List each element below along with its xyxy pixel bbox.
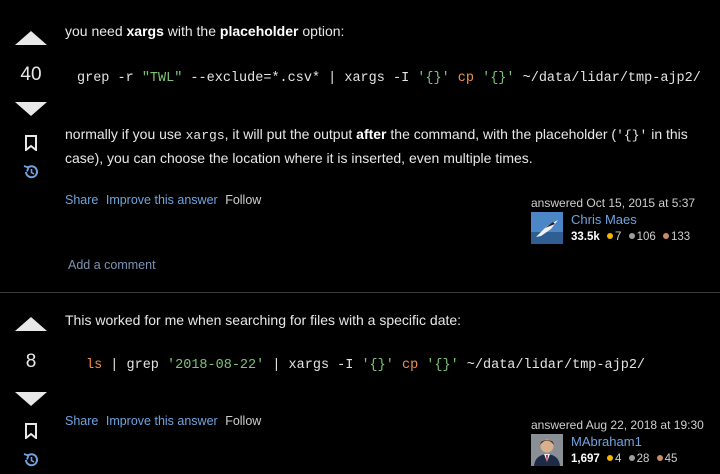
user-reputation: 1,697 4 28 45 xyxy=(571,453,677,465)
intro-bold-placeholder: placeholder xyxy=(219,23,299,39)
code-keyword: ls xyxy=(86,358,103,373)
body-text: normally if you use xyxy=(65,126,186,142)
post-menu: Share Improve this answer Follow xyxy=(65,414,265,428)
code-token: --exclude=*.csv* | xargs -I xyxy=(182,71,418,86)
inline-code: '{}' xyxy=(616,128,648,143)
code-keyword: cp xyxy=(401,358,419,373)
upvote-arrow-icon[interactable] xyxy=(15,317,47,331)
user-name-link[interactable]: Chris Maes xyxy=(571,212,637,227)
share-link[interactable]: Share xyxy=(65,414,98,428)
upvote-arrow-icon[interactable] xyxy=(15,31,47,45)
add-comment-link[interactable]: Add a comment xyxy=(68,258,156,272)
code-string: '{}' xyxy=(426,358,459,373)
intro-text: you need xyxy=(65,23,127,39)
answer-intro: you need xargs with the placeholder opti… xyxy=(65,21,710,42)
intro-text: option: xyxy=(298,23,345,39)
vote-count: 40 xyxy=(20,64,42,85)
gold-badge-icon xyxy=(606,455,613,462)
user-avatar[interactable] xyxy=(531,434,563,466)
user-signature: answered Aug 22, 2018 at 19:30 MAbraham1… xyxy=(531,418,716,466)
code-token: | grep xyxy=(102,358,168,373)
answered-timestamp: answered Oct 15, 2015 at 5:37 xyxy=(531,196,696,210)
answered-timestamp: answered Aug 22, 2018 at 19:30 xyxy=(531,418,704,432)
silver-badge-count: 106 xyxy=(636,231,656,243)
code-token: ~/data/lidar/tmp-ajp2/ xyxy=(514,71,701,86)
bronze-badge-count: 45 xyxy=(664,453,678,465)
code-token: grep -r xyxy=(77,71,142,86)
silver-badge-icon xyxy=(628,455,635,462)
user-reputation: 33.5k 7 106 133 xyxy=(571,231,690,243)
bronze-badge-icon xyxy=(662,233,669,240)
body-bold: after xyxy=(356,126,387,142)
bronze-badge-count: 133 xyxy=(670,231,691,243)
answer-text: This worked for me when searching for fi… xyxy=(65,312,462,328)
share-link[interactable]: Share xyxy=(65,193,98,207)
follow-link[interactable]: Follow xyxy=(225,414,261,428)
improve-answer-link[interactable]: Improve this answer xyxy=(106,414,218,428)
answer-2: 8 This worked for me when searching for … xyxy=(0,292,720,474)
answer-1: 40 you need xargs with the placeholder o… xyxy=(0,0,720,292)
reputation-score: 33.5k xyxy=(571,231,600,243)
code-string: "TWL" xyxy=(141,71,183,86)
improve-answer-link[interactable]: Improve this answer xyxy=(106,193,218,207)
history-icon[interactable] xyxy=(22,451,40,469)
user-avatar[interactable] xyxy=(531,212,563,244)
intro-bold-xargs: xargs xyxy=(126,23,164,39)
gold-badge-count: 7 xyxy=(614,231,622,243)
downvote-arrow-icon[interactable] xyxy=(15,102,47,116)
body-text: , it will put the output xyxy=(224,126,357,142)
vote-count: 8 xyxy=(25,351,37,372)
follow-link[interactable]: Follow xyxy=(225,193,261,207)
bookmark-icon[interactable] xyxy=(25,423,37,439)
code-keyword: cp xyxy=(457,71,474,86)
bookmark-icon[interactable] xyxy=(25,135,37,151)
user-signature: answered Oct 15, 2015 at 5:37 Chris Maes… xyxy=(531,196,716,244)
answer-body: normally if you use xargs, it will put t… xyxy=(65,123,710,170)
code-string: '{}' xyxy=(417,71,450,86)
body-text: the command, with the placeholder ( xyxy=(386,126,617,142)
code-block: ls | grep '2018-08-22' | xargs -I '{}' c… xyxy=(86,358,645,373)
inline-code: xargs xyxy=(185,128,225,143)
history-icon[interactable] xyxy=(22,163,40,181)
gold-badge-count: 4 xyxy=(614,453,622,465)
post-menu: Share Improve this answer Follow xyxy=(65,193,265,207)
code-string: '{}' xyxy=(361,358,394,373)
intro-text: with the xyxy=(163,23,220,39)
code-string: '2018-08-22' xyxy=(167,358,265,373)
silver-badge-count: 28 xyxy=(636,453,650,465)
reputation-score: 1,697 xyxy=(571,453,600,465)
gold-badge-icon xyxy=(606,233,613,240)
code-token: | xargs -I xyxy=(264,358,362,373)
code-token: ~/data/lidar/tmp-ajp2/ xyxy=(458,358,646,373)
bronze-badge-icon xyxy=(656,455,663,462)
code-block: grep -r "TWL" --exclude=*.csv* | xargs -… xyxy=(77,71,701,86)
code-string: '{}' xyxy=(482,71,515,86)
downvote-arrow-icon[interactable] xyxy=(15,392,47,406)
user-name-link[interactable]: MAbraham1 xyxy=(571,434,642,449)
silver-badge-icon xyxy=(628,233,635,240)
